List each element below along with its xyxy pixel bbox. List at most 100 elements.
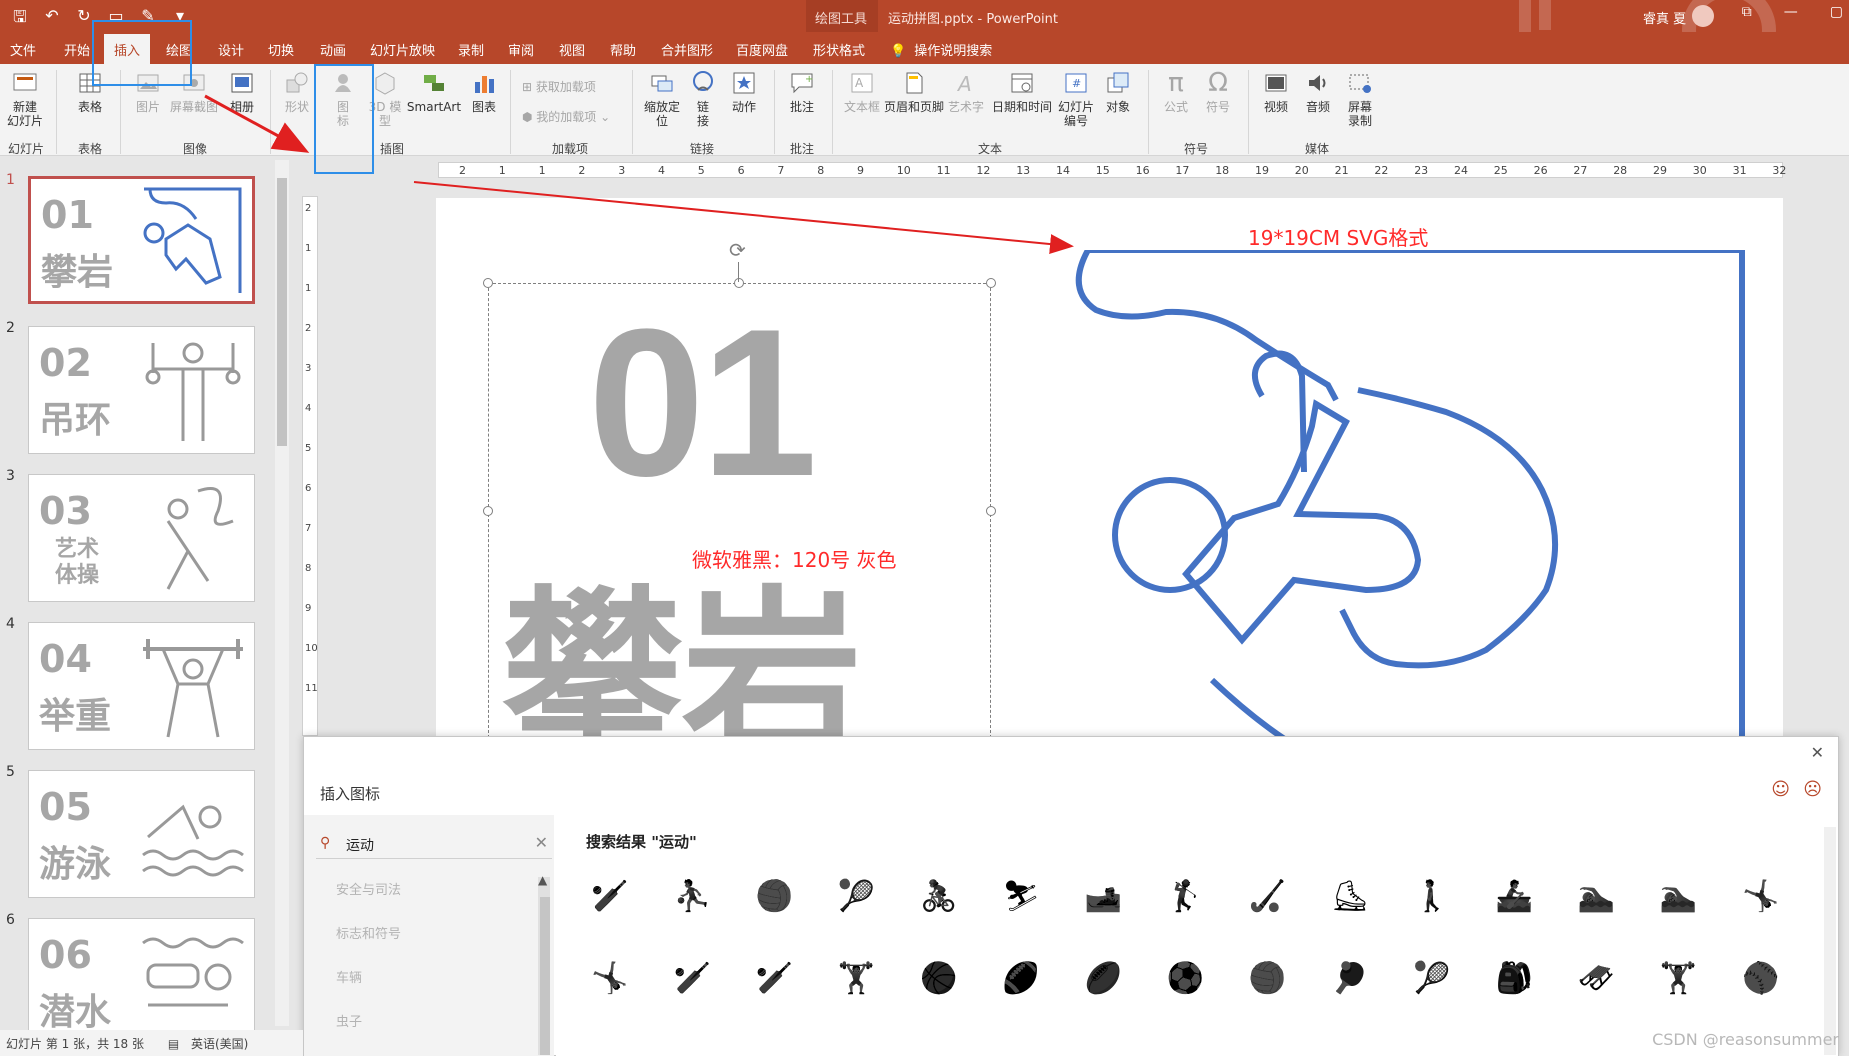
photo-album-button[interactable]: 相册 <box>224 70 260 114</box>
gymnast-icon[interactable]: 🤸 <box>589 957 631 999</box>
datetime-button[interactable]: 日期和时间 <box>990 70 1054 114</box>
weightlifter-icon[interactable]: 🏋 <box>1658 957 1700 999</box>
object-button[interactable]: 对象 <box>1100 70 1136 114</box>
textbox-button[interactable]: A 文本框 <box>842 70 882 114</box>
frown-feedback-icon[interactable]: ☹ <box>1803 779 1822 800</box>
baseball-batter-icon[interactable]: 🏏 <box>589 875 631 917</box>
minimize-icon[interactable]: — <box>1784 4 1798 20</box>
smile-feedback-icon[interactable]: ☺ <box>1771 779 1790 800</box>
soccer-player-icon[interactable]: ⛹ <box>671 875 713 917</box>
climbing-svg-icon[interactable] <box>1066 250 1766 738</box>
spellcheck-icon[interactable]: ▤ <box>168 1037 179 1051</box>
category-item[interactable]: 安全与司法 <box>336 879 401 898</box>
rowing-icon[interactable]: 🚣 <box>1493 875 1535 917</box>
slide-count[interactable]: 幻灯片 第 1 张，共 18 张 <box>6 1037 144 1051</box>
sports-balls-icon[interactable]: ⚾ <box>1740 957 1782 999</box>
selection-box[interactable] <box>488 283 991 738</box>
volleyball-player-icon[interactable]: 🏐 <box>753 875 795 917</box>
smartart-button[interactable]: SmartArt <box>404 70 464 114</box>
ski-jump-icon[interactable]: 🎿 <box>1082 875 1124 917</box>
tab-home[interactable]: 开始 <box>64 40 90 59</box>
dumbbell-icon[interactable]: 🏋 <box>836 957 878 999</box>
soccer-ball-icon[interactable]: ⚽ <box>1164 957 1206 999</box>
undo-icon[interactable]: ↶ <box>42 6 62 33</box>
language-indicator[interactable]: 英语(美国) <box>191 1037 248 1051</box>
user-name[interactable]: 睿真 夏 <box>1643 8 1686 27</box>
icon-search-input[interactable]: ⚲ 运动 ✕ <box>316 829 552 859</box>
horizontal-ruler[interactable]: 2 1 1 2 3 4 5 6 7 8 9 10 11 12 13 14 15 16 17 18 19 20 21 22 23 2… <box>438 162 1786 178</box>
tab-animations[interactable]: 动画 <box>320 40 346 59</box>
tab-design[interactable]: 设计 <box>218 40 244 59</box>
category-item[interactable]: 标志和符号 <box>336 923 401 942</box>
tab-record[interactable]: 录制 <box>458 40 484 59</box>
slide-thumbnail-5[interactable]: 05 游泳 <box>28 770 255 898</box>
wordart-button[interactable]: A 艺术字 <box>948 70 984 114</box>
slide-thumbnail-1[interactable]: 01 攀岩 <box>28 176 255 304</box>
clear-search-icon[interactable]: ✕ <box>535 833 548 852</box>
tab-slideshow[interactable]: 幻灯片放映 <box>370 40 435 59</box>
symbol-button[interactable]: Ω 符号 <box>1200 70 1236 114</box>
avatar[interactable] <box>1692 5 1714 27</box>
sled-icon[interactable]: 🛷 <box>1575 957 1617 999</box>
ping-pong-icon[interactable]: 🏓 <box>1329 957 1371 999</box>
get-addins-button[interactable]: ⊞ 获取加载项 <box>522 78 596 95</box>
resize-handle[interactable] <box>483 278 493 288</box>
category-scrollbar-thumb[interactable] <box>540 897 550 1055</box>
tab-merge-shapes[interactable]: 合并图形 <box>661 40 713 59</box>
tennis-racket-icon[interactable]: 🎾 <box>1411 957 1453 999</box>
slide-thumbnail-6[interactable]: 06 潜水 <box>28 918 255 1046</box>
tell-me-search[interactable]: 💡 操作说明搜索 <box>890 40 992 59</box>
tennis-player-icon[interactable]: 🎾 <box>836 875 878 917</box>
category-item[interactable]: 车辆 <box>336 967 362 986</box>
skating-icon[interactable]: ⛸ <box>1329 875 1371 917</box>
results-scrollbar[interactable] <box>1824 827 1836 1055</box>
category-item[interactable]: 虫子 <box>336 1011 362 1030</box>
baseball-bat-icon[interactable]: 🏏 <box>671 957 713 999</box>
video-button[interactable]: 视频 <box>1258 70 1294 114</box>
chart-button[interactable]: 图表 <box>466 70 502 114</box>
hiking-icon[interactable]: 🚶 <box>1411 875 1453 917</box>
resize-handle[interactable] <box>734 278 744 288</box>
basketball-icon[interactable]: 🏀 <box>918 957 960 999</box>
action-button[interactable]: 动作 <box>726 70 762 114</box>
shapes-button[interactable]: 形状 <box>280 70 314 114</box>
header-footer-button[interactable]: 页眉和页脚 <box>884 70 944 114</box>
hockey-icon[interactable]: 🏑 <box>1247 875 1289 917</box>
maximize-icon[interactable]: ▢ <box>1830 4 1843 20</box>
ribbon-display-icon[interactable]: ⧉ <box>1742 4 1752 20</box>
close-icon[interactable]: ✕ <box>1811 743 1824 762</box>
volleyball-icon[interactable]: 🏐 <box>1247 957 1289 999</box>
tab-baidu-netdisk[interactable]: 百度网盘 <box>736 40 788 59</box>
link-button[interactable]: 链 接 <box>688 70 718 128</box>
redo-icon[interactable]: ↻ <box>74 6 94 33</box>
tab-help[interactable]: 帮助 <box>610 40 636 59</box>
skiing-icon[interactable]: ⛷ <box>1000 875 1042 917</box>
rotate-handle-icon[interactable]: ⟳ <box>729 238 746 262</box>
thumbnail-scrollbar-thumb[interactable] <box>277 178 287 446</box>
vertical-ruler[interactable]: 2 1 1 2 3 4 5 6 7 8 9 10 11 <box>302 196 318 736</box>
slide-number-button[interactable]: # 幻灯片 编号 <box>1056 70 1096 128</box>
cycling-icon[interactable]: 🚴 <box>918 875 960 917</box>
cricket-bat-icon[interactable]: 🏏 <box>753 957 795 999</box>
slide-thumbnail-2[interactable]: 02 吊环 <box>28 326 255 454</box>
tab-review[interactable]: 审阅 <box>508 40 534 59</box>
football-icon[interactable]: 🏈 <box>1000 957 1042 999</box>
my-addins-button[interactable]: ⬢ 我的加载项 ⌄ <box>522 108 610 125</box>
resize-handle[interactable] <box>986 506 996 516</box>
screen-recording-button[interactable]: 屏幕 录制 <box>1342 70 1378 128</box>
comment-button[interactable]: + 批注 <box>784 70 820 114</box>
audio-button[interactable]: 音频 <box>1300 70 1336 114</box>
rings-gymnast-icon[interactable]: 🤸 <box>1740 875 1782 917</box>
tab-shape-format[interactable]: 形状格式 <box>813 40 865 59</box>
rugby-ball-icon[interactable]: 🏉 <box>1082 957 1124 999</box>
scroll-up-icon[interactable]: ▲ <box>538 873 547 887</box>
slide-thumbnail-4[interactable]: 04 举重 <box>28 622 255 750</box>
tab-file[interactable]: 文件 <box>10 40 36 59</box>
resize-handle[interactable] <box>483 506 493 516</box>
save-icon[interactable]: 🖫 <box>10 6 30 33</box>
swimming-icon[interactable]: 🏊 <box>1575 875 1617 917</box>
golf-icon[interactable]: 🏌 <box>1164 875 1206 917</box>
golf-bag-icon[interactable]: 🎒 <box>1493 957 1535 999</box>
slide-canvas[interactable]: 01 微软雅黑：120号 灰色 攀岩 ⟳ 19*19CM SVG格式 <box>436 198 1783 738</box>
zoom-button[interactable]: 缩放定 位 <box>640 70 684 128</box>
